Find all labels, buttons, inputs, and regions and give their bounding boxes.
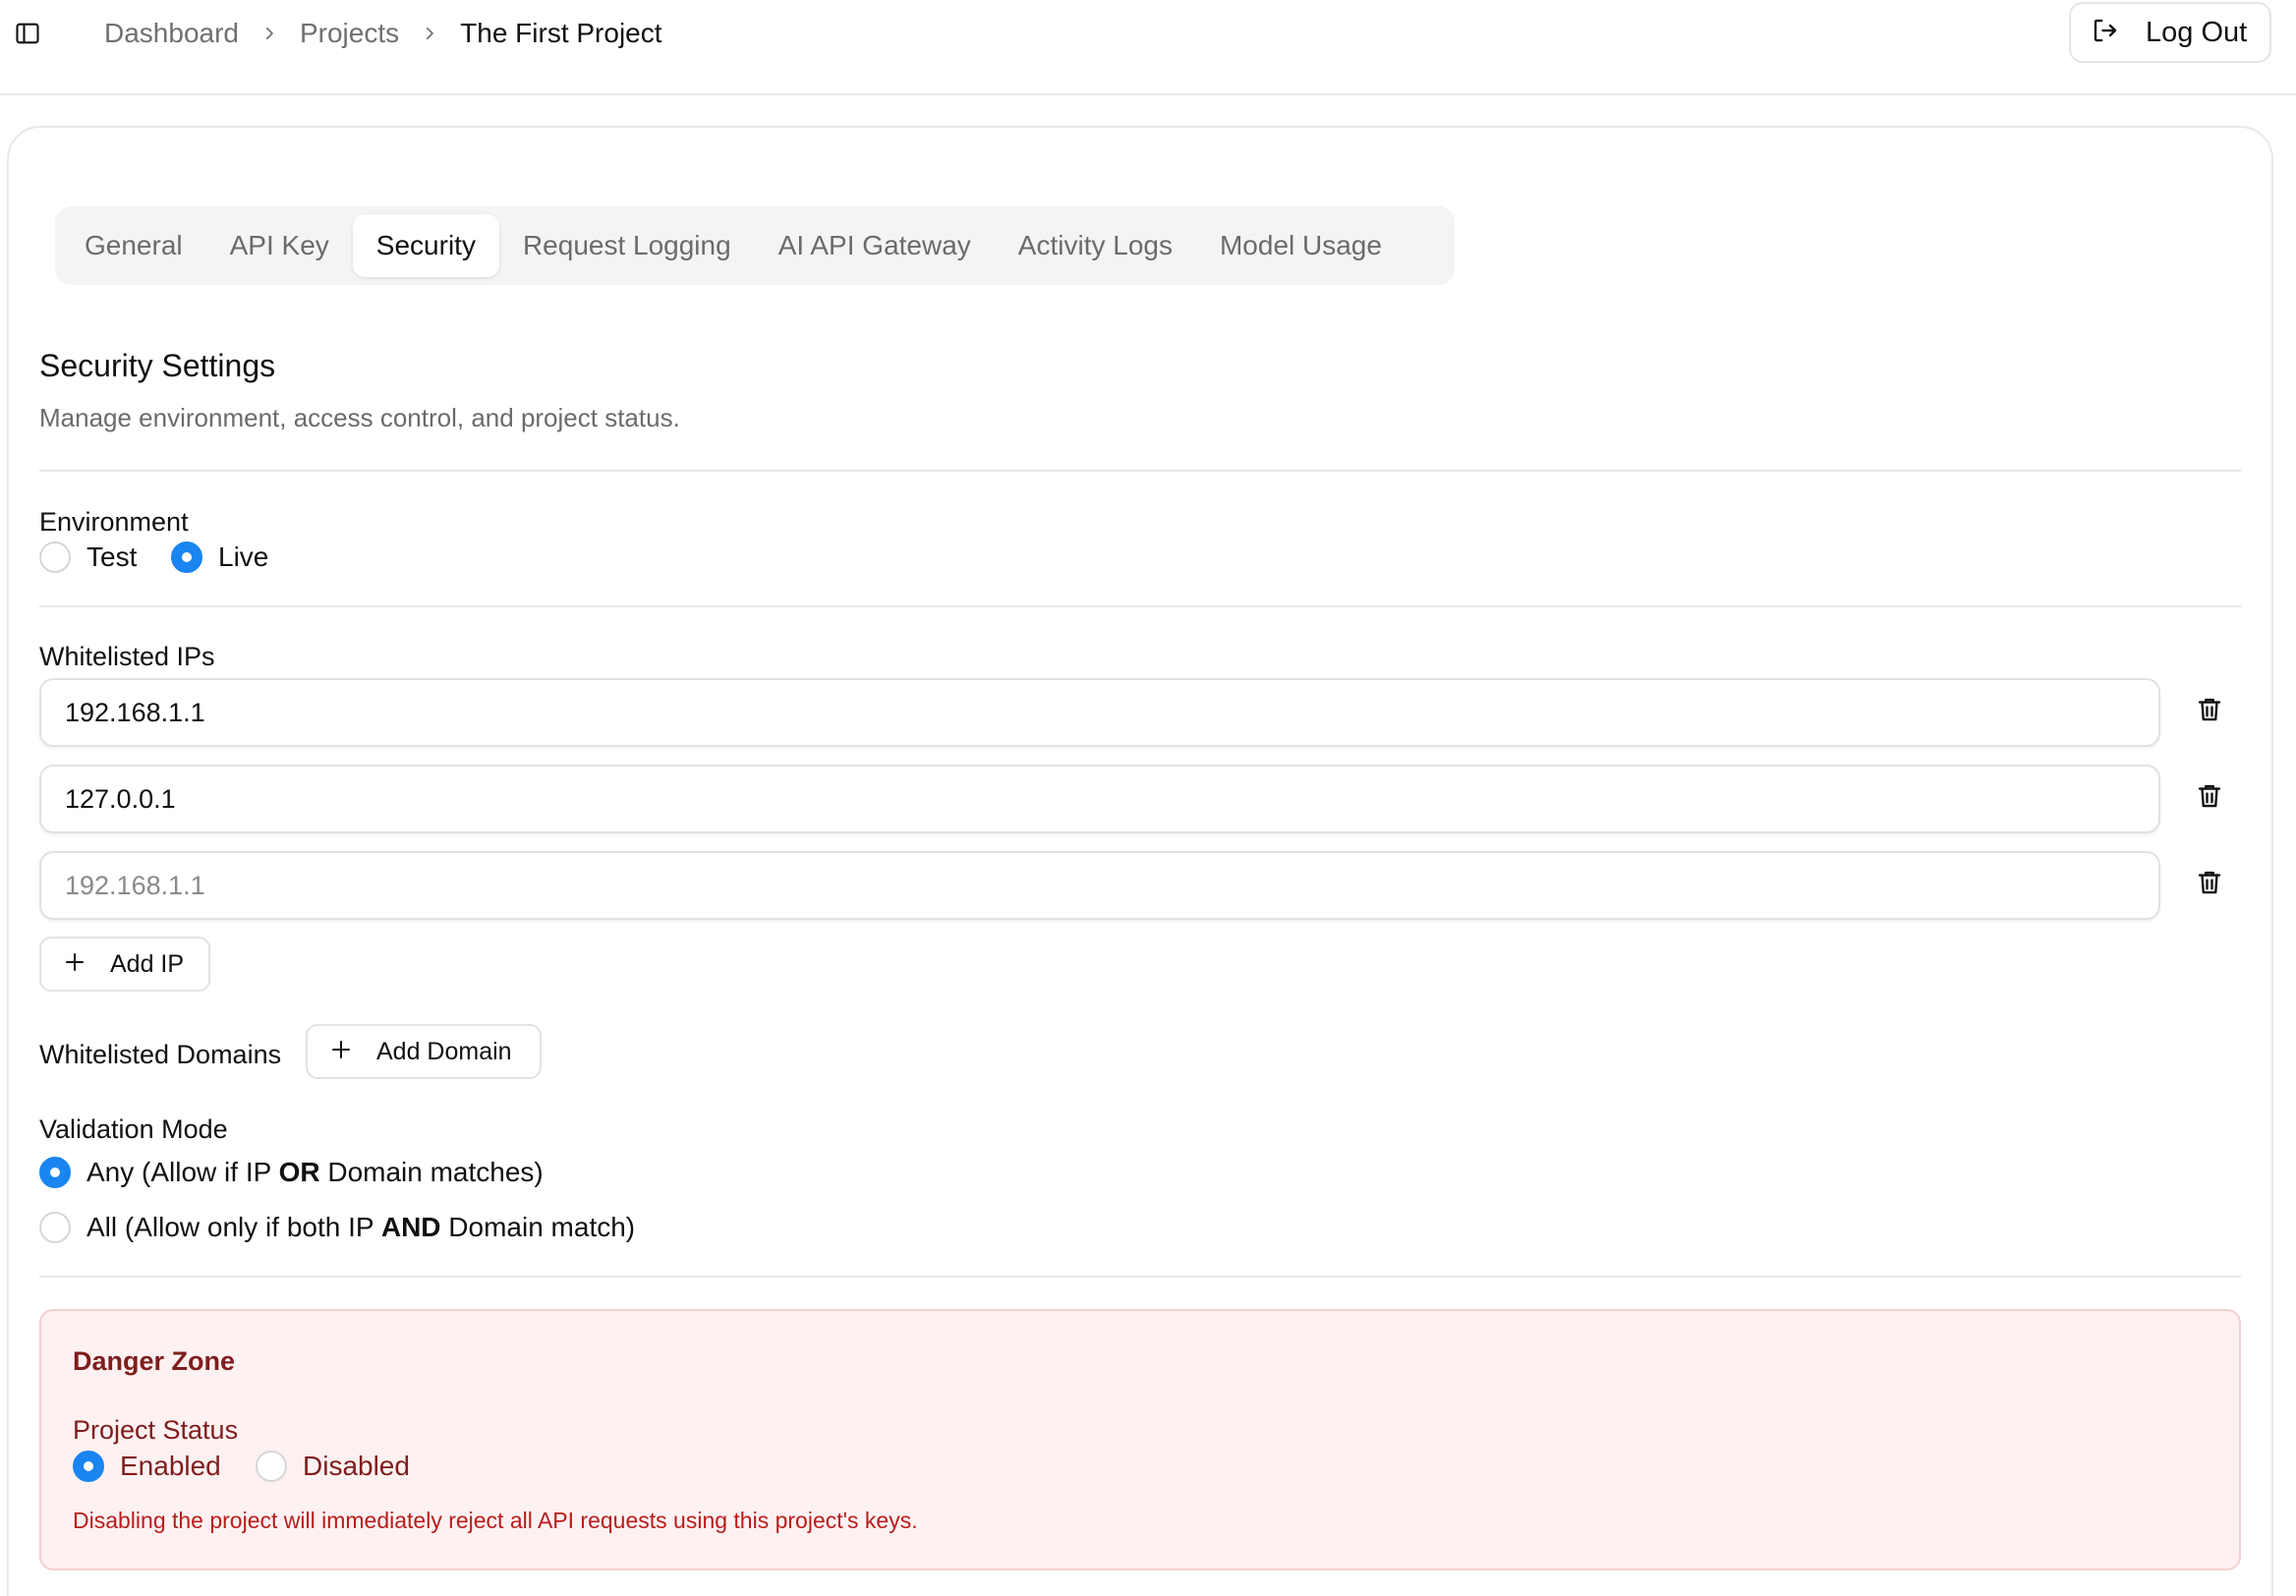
validation-any-label: Any (Allow if IP OR Domain matches)	[86, 1157, 544, 1188]
top-bar: Dashboard Projects The First Project Log…	[0, 0, 2296, 95]
tab-model-usage[interactable]: Model Usage	[1196, 214, 1406, 277]
logout-label: Log Out	[2146, 16, 2248, 48]
danger-zone-note: Disabling the project will immediately r…	[73, 1508, 918, 1533]
chevron-right-icon	[421, 25, 438, 42]
environment-test-label: Test	[86, 542, 138, 572]
tab-security[interactable]: Security	[352, 214, 499, 277]
project-status-label: Project Status	[73, 1415, 239, 1445]
trash-icon[interactable]	[2194, 692, 2225, 727]
validation-option-all[interactable]: All (Allow only if both IP AND Domain ma…	[39, 1212, 635, 1243]
divider	[39, 470, 2241, 472]
trash-icon[interactable]	[2194, 865, 2225, 900]
logout-icon	[2091, 16, 2120, 50]
breadcrumb-dashboard[interactable]: Dashboard	[104, 18, 239, 49]
environment-live-radio[interactable]	[171, 542, 202, 573]
tab-request-logging[interactable]: Request Logging	[499, 214, 755, 277]
status-option-enabled[interactable]: Enabled	[73, 1451, 221, 1482]
environment-option-test[interactable]: Test	[39, 542, 137, 573]
divider	[39, 605, 2241, 607]
danger-zone-title: Danger Zone	[73, 1346, 236, 1376]
validation-any-radio[interactable]	[39, 1157, 71, 1188]
plus-icon	[329, 1038, 353, 1066]
add-ip-label: Add IP	[110, 949, 185, 978]
status-option-disabled[interactable]: Disabled	[256, 1451, 410, 1482]
divider	[39, 1276, 2241, 1278]
section-description: Manage environment, access control, and …	[39, 403, 680, 432]
ip-input-1[interactable]	[39, 678, 2160, 747]
tab-ai-api-gateway[interactable]: AI API Gateway	[755, 214, 995, 277]
tab-api-key[interactable]: API Key	[206, 214, 353, 277]
trash-icon[interactable]	[2194, 778, 2225, 814]
logout-button[interactable]: Log Out	[2069, 2, 2271, 63]
status-enabled-label: Enabled	[120, 1451, 221, 1481]
add-domain-label: Add Domain	[376, 1037, 512, 1065]
tab-general[interactable]: General	[61, 214, 206, 277]
breadcrumb-projects[interactable]: Projects	[300, 18, 399, 49]
danger-zone: Danger Zone Project Status Enabled Disab…	[39, 1309, 2241, 1570]
whitelisted-ips-label: Whitelisted IPs	[39, 642, 215, 671]
chevron-right-icon	[260, 25, 278, 42]
environment-test-radio[interactable]	[39, 542, 71, 573]
section-title: Security Settings	[39, 348, 276, 383]
validation-all-text-end: Domain match)	[440, 1212, 636, 1242]
validation-any-operator: OR	[278, 1157, 320, 1187]
status-disabled-radio[interactable]	[256, 1451, 287, 1482]
validation-all-operator: AND	[380, 1212, 441, 1242]
ip-input-2[interactable]	[39, 765, 2160, 833]
environment-option-live[interactable]: Live	[171, 542, 268, 573]
sidebar-panel-icon[interactable]	[12, 18, 43, 49]
whitelisted-domains-label: Whitelisted Domains	[39, 1040, 282, 1069]
validation-any-text-end: Domain matches)	[319, 1157, 544, 1187]
breadcrumb-current-project: The First Project	[460, 18, 662, 48]
validation-all-radio[interactable]	[39, 1212, 71, 1243]
status-enabled-radio[interactable]	[73, 1451, 104, 1482]
add-ip-button[interactable]: Add IP	[39, 937, 210, 992]
breadcrumb: Dashboard Projects The First Project	[104, 14, 662, 53]
status-disabled-label: Disabled	[303, 1451, 410, 1481]
validation-all-text: All (Allow only if both IP	[86, 1212, 381, 1242]
validation-any-text: Any (Allow if IP	[86, 1157, 279, 1187]
validation-all-label: All (Allow only if both IP AND Domain ma…	[86, 1212, 635, 1243]
plus-icon	[63, 950, 86, 979]
add-domain-button[interactable]: Add Domain	[306, 1024, 542, 1079]
environment-label: Environment	[39, 507, 189, 537]
validation-option-any[interactable]: Any (Allow if IP OR Domain matches)	[39, 1157, 544, 1188]
project-tabs: General API Key Security Request Logging…	[55, 206, 1455, 285]
ip-input-3[interactable]	[39, 851, 2160, 920]
validation-mode-label: Validation Mode	[39, 1114, 228, 1144]
environment-live-label: Live	[218, 542, 269, 572]
tab-activity-logs[interactable]: Activity Logs	[995, 214, 1196, 277]
